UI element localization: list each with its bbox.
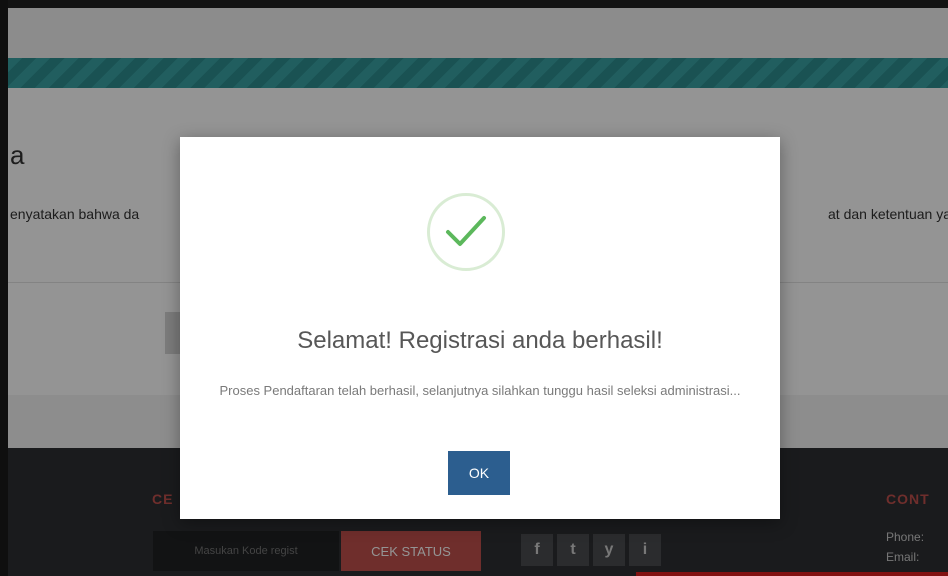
success-modal: Selamat! Registrasi anda berhasil! Prose… [180,137,780,519]
check-icon [427,193,505,271]
modal-title: Selamat! Registrasi anda berhasil! [297,327,663,354]
ok-button[interactable]: OK [448,451,510,495]
modal-message: Proses Pendaftaran telah berhasil, selan… [219,383,741,398]
